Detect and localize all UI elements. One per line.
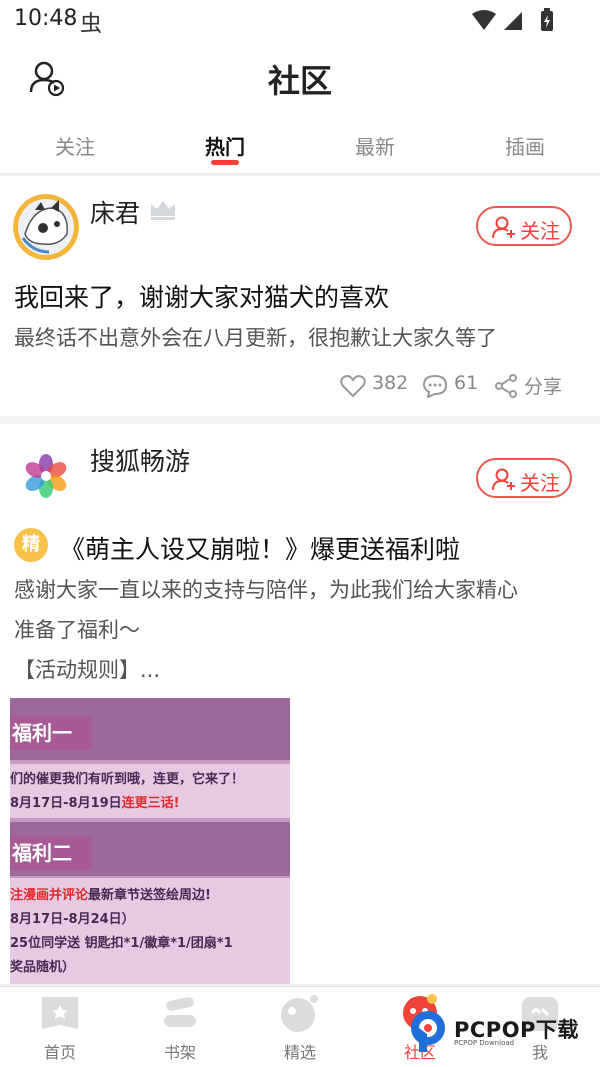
watermark-subtext: PCPOP Download [454, 1039, 515, 1047]
tab-bar: 关注 热门 最新 插画 [0, 115, 600, 174]
promo-text: 8月17日-8月19日连更三话! [10, 792, 180, 811]
post-card[interactable]: 床君 关注 我回来了，谢谢大家对猫犬的喜欢 最终话不出意外会在八月更新，很抱歉让… [0, 176, 600, 416]
tab-illustration[interactable]: 插画 [450, 131, 600, 160]
tab-latest[interactable]: 最新 [300, 131, 450, 160]
promo-text: 奖品随机） [10, 960, 76, 975]
share-icon[interactable] [494, 374, 518, 398]
promo-text: 们的催更我们有听到哦，连更，它来了！ [10, 772, 245, 787]
promo-text: 注漫画并评论最新章节送签绘周边! [10, 884, 211, 903]
debug-icon: 虫 [80, 12, 103, 37]
avatar[interactable] [13, 194, 79, 260]
heart-icon[interactable] [340, 374, 366, 398]
status-bar: 10:48 虫 [0, 0, 600, 40]
comment-icon[interactable] [422, 374, 448, 398]
app-bar: 社区 [0, 40, 600, 115]
post-body-line: 【活动规则】... [14, 658, 161, 682]
active-tab-indicator [211, 160, 239, 165]
share-label[interactable]: 分享 [524, 372, 562, 399]
post-title[interactable]: 《萌主人设又崩啦！》爆更送福利啦 [60, 530, 460, 566]
status-time: 10:48 [14, 6, 78, 31]
watermark: PCPOP下载 PCPOP Download [408, 1006, 598, 1056]
author-name[interactable]: 床君 [90, 194, 140, 230]
comment-count: 61 [454, 372, 479, 394]
promo-highlight: 连更三话! [121, 796, 180, 811]
nav-label: 首页 [43, 1043, 76, 1062]
tab-follow[interactable]: 关注 [0, 131, 150, 160]
nav-label: 精选 [283, 1043, 316, 1062]
author-name[interactable]: 搜狐畅游 [90, 442, 190, 478]
post-body-line: 准备了福利～ [14, 618, 140, 642]
promo-header: 福利二 [10, 836, 92, 870]
nav-label: 书架 [163, 1043, 196, 1062]
promo-date: 8月17日-8月19日 [10, 796, 122, 811]
add-user-icon [492, 216, 515, 239]
post-body-line: 感谢大家一直以来的支持与陪伴，为此我们给大家精心 [14, 578, 518, 602]
post-title[interactable]: 我回来了，谢谢大家对猫犬的喜欢 [14, 278, 389, 314]
follow-button[interactable]: 关注 [476, 206, 572, 246]
like-count: 382 [372, 372, 409, 394]
featured-icon [281, 995, 318, 1032]
crown-icon [151, 201, 175, 220]
avatar[interactable] [22, 452, 70, 500]
promo-text: 8月17日-8月24日） [10, 912, 135, 927]
featured-badge: 精 [14, 528, 48, 562]
nav-home[interactable]: 首页 [0, 993, 120, 1063]
post-image[interactable]: 福利一 们的催更我们有听到哦，连更，它来了！ 8月17日-8月19日连更三话! … [10, 698, 290, 984]
nav-bookshelf[interactable]: 书架 [120, 993, 240, 1063]
promo-header: 福利一 [10, 716, 92, 750]
add-user-icon [492, 468, 515, 491]
promo-highlight: 注漫画并评论 [10, 888, 89, 903]
follow-label: 关注 [520, 471, 560, 495]
page-title: 社区 [267, 62, 332, 100]
follow-label: 关注 [520, 219, 560, 243]
post-excerpt: 最终话不出意外会在八月更新，很抱歉让大家久等了 [14, 326, 497, 350]
battery-icon [541, 8, 553, 31]
promo-text-part: 最新章节送签绘周边! [88, 888, 211, 903]
tab-hot[interactable]: 热门 [150, 131, 300, 160]
bookshelf-icon [164, 997, 196, 1027]
post-actions: 382 61 分享 [334, 372, 574, 402]
follow-button[interactable]: 关注 [476, 458, 572, 498]
promo-text: 25位同学送 钥匙扣*1/徽章*1/团扇*1 [10, 936, 233, 951]
nav-featured[interactable]: 精选 [240, 993, 360, 1063]
pcpop-logo-icon [411, 1011, 445, 1052]
home-book-icon [42, 997, 78, 1029]
post-card[interactable]: 搜狐畅游 关注 精 《萌主人设又崩啦！》爆更送福利啦 感谢大家一直以来的支持与陪… [0, 424, 600, 984]
